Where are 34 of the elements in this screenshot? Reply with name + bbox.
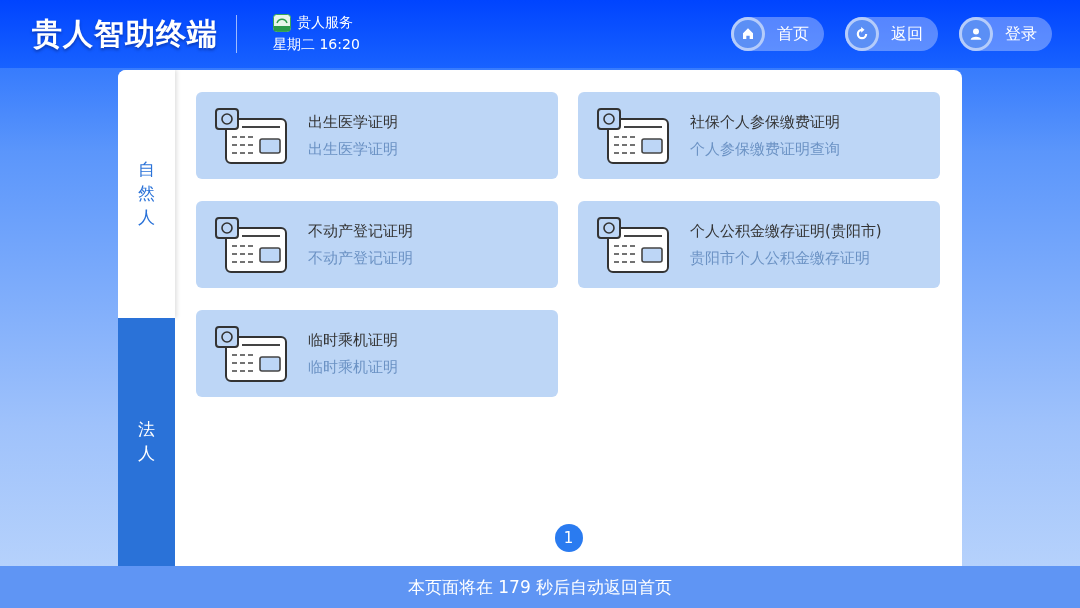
card-subtitle: 临时乘机证明 xyxy=(308,357,398,377)
certificate-card[interactable]: 不动产登记证明 不动产登记证明 xyxy=(196,201,558,288)
card-subtitle: 个人参保缴费证明查询 xyxy=(690,139,840,159)
card-title: 个人公积金缴存证明(贵阳市) xyxy=(690,221,882,241)
certificate-icon xyxy=(596,106,670,165)
card-title: 临时乘机证明 xyxy=(308,330,398,350)
date-time: 星期二 16:20 xyxy=(273,36,360,54)
card-title: 社保个人参保缴费证明 xyxy=(690,112,840,132)
service-name: 贵人服务 xyxy=(297,14,353,32)
certificate-card[interactable]: 临时乘机证明 临时乘机证明 xyxy=(196,310,558,397)
home-icon xyxy=(731,17,765,51)
certificate-card[interactable]: 社保个人参保缴费证明 个人参保缴费证明查询 xyxy=(578,92,940,179)
category-tab[interactable]: 法人 xyxy=(118,318,175,566)
page-number[interactable]: 1 xyxy=(554,524,583,552)
card-subtitle: 贵阳市个人公积金缴存证明 xyxy=(690,248,871,268)
home-button[interactable]: 首页 xyxy=(731,17,824,51)
app-logo-icon xyxy=(273,14,291,32)
countdown-notice: 本页面将在 179 秒后自动返回首页 xyxy=(407,575,673,599)
login-button[interactable]: 登录 xyxy=(959,17,1052,51)
category-tab[interactable]: 自然人 xyxy=(118,70,175,318)
certificate-icon xyxy=(596,215,670,274)
card-subtitle: 不动产登记证明 xyxy=(308,248,413,268)
card-title: 不动产登记证明 xyxy=(308,221,413,241)
certificate-icon xyxy=(214,215,288,274)
card-subtitle: 出生医学证明 xyxy=(308,139,398,159)
back-button[interactable]: 返回 xyxy=(845,17,938,51)
app-title: 贵人智助终端 xyxy=(32,14,218,53)
certificate-icon xyxy=(214,106,288,165)
card-title: 出生医学证明 xyxy=(308,112,398,132)
user-icon xyxy=(959,17,993,51)
certificate-card[interactable]: 个人公积金缴存证明(贵阳市) 贵阳市个人公积金缴存证明 xyxy=(578,201,940,288)
certificate-icon xyxy=(214,324,288,383)
certificate-card[interactable]: 出生医学证明 出生医学证明 xyxy=(196,92,558,179)
refresh-icon xyxy=(845,17,879,51)
